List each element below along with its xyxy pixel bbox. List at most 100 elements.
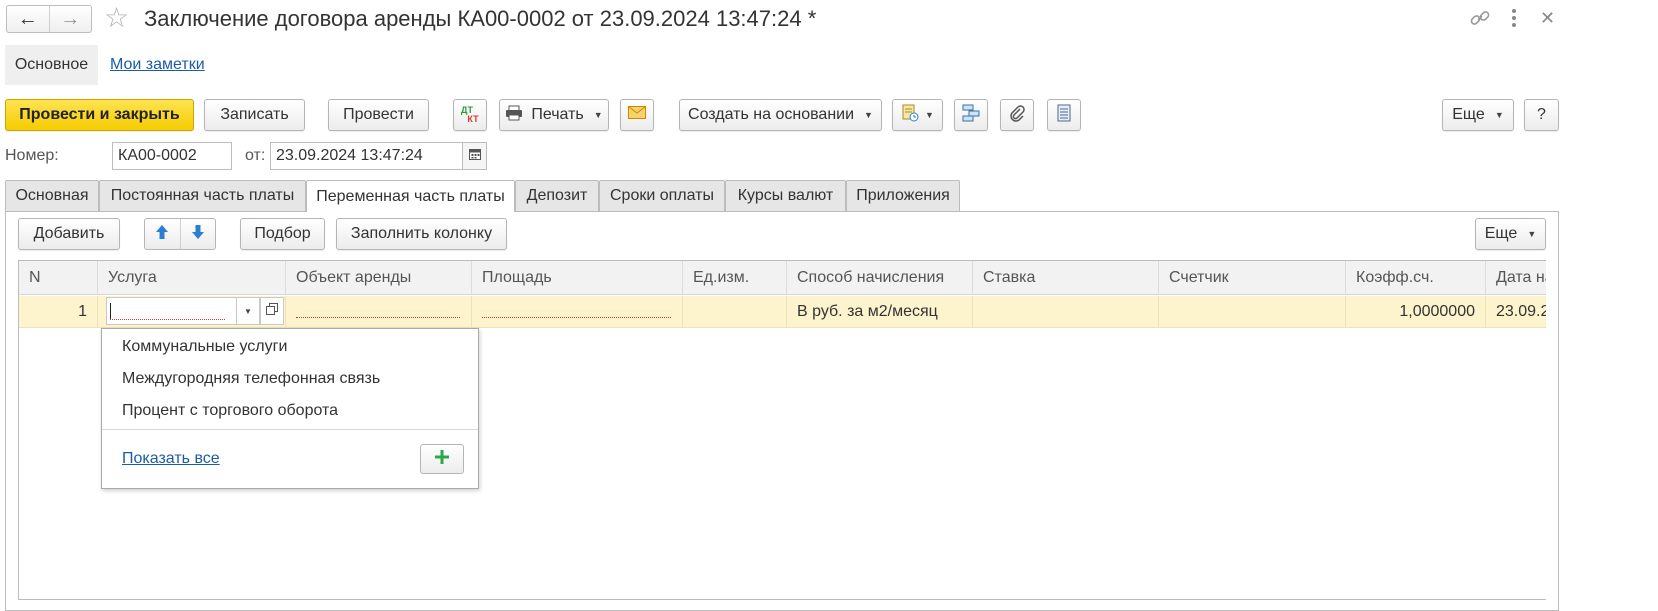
- more-vertical-icon[interactable]: [1506, 6, 1522, 30]
- chevron-down-icon: ▼: [244, 306, 252, 316]
- print-button[interactable]: Печать ▼: [499, 99, 609, 131]
- table-more-button[interactable]: Еще ▼: [1475, 218, 1546, 250]
- cell-service[interactable]: ▼: [98, 296, 286, 328]
- favorite-star-icon[interactable]: ☆: [104, 3, 129, 33]
- tab-exchange-rates[interactable]: Курсы валют: [725, 180, 846, 211]
- create-new-button[interactable]: [420, 444, 464, 474]
- envelope-icon: [628, 106, 646, 124]
- send-email-button[interactable]: [620, 99, 654, 131]
- number-field[interactable]: КА00-0002: [112, 142, 232, 170]
- nav-back-forward-group: ← →: [6, 5, 92, 33]
- post-and-close-button[interactable]: Провести и закрыть: [5, 99, 194, 131]
- attachments-button[interactable]: [1000, 99, 1034, 131]
- column-header-object[interactable]: Объект аренды: [286, 261, 472, 295]
- arrow-down-icon: [191, 224, 205, 245]
- reports-button[interactable]: ▼: [892, 99, 943, 131]
- printer-icon: [505, 105, 523, 126]
- calendar-icon: [468, 147, 481, 165]
- calendar-button[interactable]: [462, 142, 487, 170]
- date-label: от:: [245, 147, 266, 164]
- required-underline: [296, 317, 460, 318]
- link-icon[interactable]: [1468, 6, 1492, 30]
- column-header-service[interactable]: Услуга: [98, 261, 286, 295]
- service-dropdown-button[interactable]: ▼: [236, 297, 260, 325]
- column-header-area[interactable]: Площадь: [472, 261, 683, 295]
- chevron-down-icon: ▼: [1527, 229, 1537, 239]
- cell-coef[interactable]: 1,0000000: [1346, 296, 1486, 328]
- column-header-date[interactable]: Дата на: [1486, 261, 1546, 295]
- move-up-button[interactable]: [145, 219, 181, 249]
- column-header-counter[interactable]: Счетчик: [1159, 261, 1346, 295]
- paperclip-icon: [1008, 104, 1026, 127]
- dropdown-item[interactable]: Коммунальные услуги: [122, 338, 287, 356]
- cell-n: 1: [19, 296, 98, 328]
- column-header-coef[interactable]: Коэфф.сч.: [1346, 261, 1486, 295]
- tab-attachments[interactable]: Приложения: [846, 180, 960, 211]
- post-button[interactable]: Провести: [328, 99, 429, 131]
- nav-my-notes-link[interactable]: Мои заметки: [110, 56, 205, 74]
- plus-icon: [435, 449, 449, 469]
- save-button[interactable]: Записать: [204, 99, 305, 131]
- table-more-label: Еще: [1484, 225, 1518, 242]
- add-row-button[interactable]: Добавить: [18, 218, 120, 250]
- column-header-unit[interactable]: Ед.изм.: [683, 261, 787, 295]
- create-based-on-label: Создать на основании: [688, 106, 855, 123]
- structure-button[interactable]: [954, 99, 988, 131]
- cell-rate[interactable]: [973, 296, 1159, 328]
- report-doc-icon: [901, 104, 919, 127]
- print-button-label: Печать: [531, 106, 584, 123]
- open-window-icon: [266, 302, 278, 320]
- column-header-n[interactable]: N: [19, 261, 98, 295]
- cell-object[interactable]: [286, 296, 472, 328]
- cell-counter[interactable]: [1159, 296, 1346, 328]
- dt-kt-postings-button[interactable]: ДТ КТ: [453, 99, 487, 131]
- required-underline: [110, 319, 225, 320]
- help-button[interactable]: ?: [1524, 99, 1559, 131]
- chevron-down-icon: ▼: [925, 110, 934, 120]
- create-based-on-button[interactable]: Создать на основании ▼: [679, 99, 882, 131]
- tab-deposit[interactable]: Депозит: [515, 180, 599, 211]
- journal-button[interactable]: [1047, 99, 1081, 131]
- chevron-down-icon: ▼: [1494, 110, 1504, 120]
- list-lines-icon: [1057, 104, 1071, 127]
- more-button[interactable]: Еще ▼: [1442, 99, 1514, 131]
- cell-date[interactable]: 23.09.2: [1486, 296, 1546, 328]
- cell-method[interactable]: В руб. за м2/месяц: [787, 296, 973, 328]
- move-buttons-group: [144, 218, 216, 250]
- arrow-up-icon: [155, 224, 169, 245]
- column-header-rate[interactable]: Ставка: [973, 261, 1159, 295]
- tab-fixed-payment[interactable]: Постоянная часть платы: [99, 180, 306, 211]
- show-all-link[interactable]: Показать все: [122, 450, 220, 468]
- nav-main[interactable]: Основное: [5, 45, 98, 85]
- arrow-right-icon: →: [60, 7, 81, 30]
- cell-area[interactable]: [472, 296, 683, 328]
- back-button[interactable]: ←: [7, 6, 50, 32]
- dropdown-divider: [102, 429, 478, 430]
- column-header-method[interactable]: Способ начисления: [787, 261, 973, 295]
- chevron-down-icon: ▼: [593, 110, 603, 120]
- tab-main[interactable]: Основная: [5, 180, 99, 211]
- close-icon[interactable]: ✕: [1540, 6, 1555, 30]
- more-button-label: Еще: [1452, 106, 1485, 123]
- dropdown-item[interactable]: Междугородняя телефонная связь: [122, 370, 380, 388]
- tab-payment-terms[interactable]: Сроки оплаты: [599, 180, 725, 211]
- tab-variable-payment[interactable]: Переменная часть платы: [306, 180, 515, 212]
- dt-kt-icon: ДТ КТ: [461, 105, 479, 124]
- service-open-button[interactable]: [260, 297, 284, 325]
- text-cursor: [110, 303, 111, 320]
- forward-button[interactable]: →: [50, 6, 92, 32]
- table-header: N Услуга Объект аренды Площадь Ед.изм. С…: [19, 261, 1546, 295]
- fill-column-button[interactable]: Заполнить колонку: [336, 218, 507, 250]
- required-underline: [482, 317, 671, 318]
- chevron-down-icon: ▼: [864, 110, 873, 120]
- page-title: Заключение договора аренды КА00-0002 от …: [144, 6, 817, 31]
- pick-button[interactable]: Подбор: [240, 218, 325, 250]
- date-field[interactable]: 23.09.2024 13:47:24: [270, 142, 463, 170]
- table-row[interactable]: 1 ▼ В руб. за м2/месяц 1,0000000 23.09.2: [19, 296, 1546, 328]
- move-down-button[interactable]: [181, 219, 216, 249]
- dropdown-item[interactable]: Процент с торгового оборота: [122, 402, 338, 420]
- service-input[interactable]: [106, 297, 236, 325]
- service-dropdown-list: Коммунальные услуги Междугородняя телефо…: [101, 328, 479, 489]
- cell-unit[interactable]: [683, 296, 787, 328]
- arrow-left-icon: ←: [17, 7, 38, 30]
